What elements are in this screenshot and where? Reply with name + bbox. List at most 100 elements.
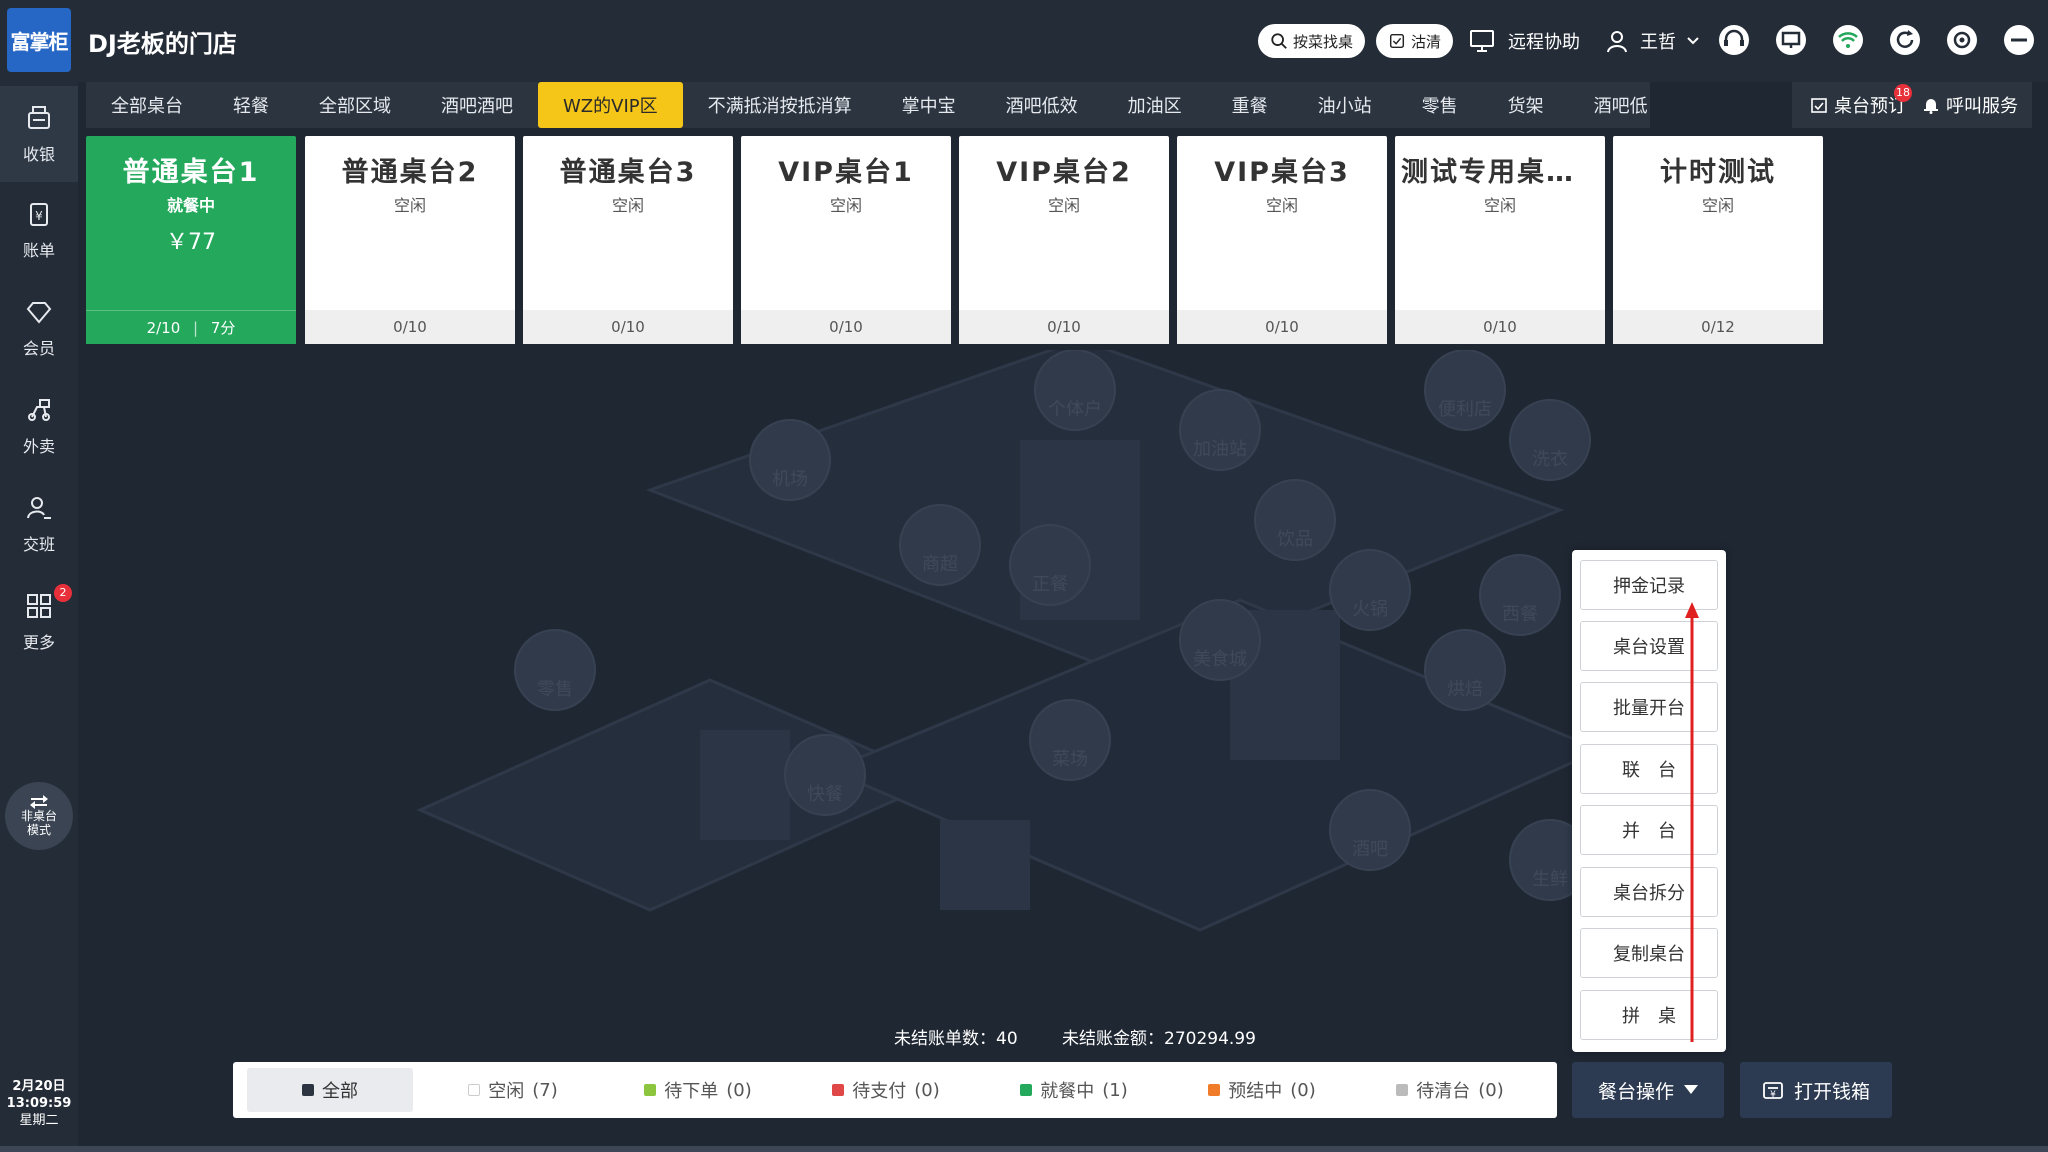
arrow-up-annotation	[1685, 602, 1699, 1042]
app-logo: 富掌柜	[7, 8, 71, 72]
tab-fuel-area[interactable]: 加油区	[1103, 82, 1207, 128]
search-icon	[1271, 33, 1287, 49]
bill-icon: ¥	[30, 203, 48, 226]
tab-all-tables[interactable]: 全部桌台	[86, 82, 208, 128]
tab-bar[interactable]: 酒吧酒吧	[416, 82, 538, 128]
refresh-icon	[1890, 25, 1920, 55]
illus-label: 便利店	[1438, 399, 1492, 420]
headset-icon	[1719, 25, 1749, 55]
tab-zhangzhongbao[interactable]: 掌中宝	[877, 82, 981, 128]
tab-retail[interactable]: 零售	[1397, 82, 1483, 128]
tab-offset-consumption[interactable]: 不满抵消按抵消算	[683, 82, 877, 128]
filter-to-clear[interactable]: 待清台 (0)	[1365, 1068, 1535, 1112]
sidebar-item-label: 收银	[22, 145, 55, 164]
table-name: 普通桌台1	[122, 157, 260, 188]
remote-assist-label: 远程协助	[1508, 32, 1580, 53]
sidebar-item-member[interactable]: 会员	[0, 280, 78, 376]
settings-button[interactable]	[1940, 18, 1984, 62]
sidebar-item-delivery[interactable]: 外卖	[0, 378, 78, 474]
table-footer: 0/10	[305, 310, 515, 344]
tab-bar-low[interactable]: 酒吧低效	[981, 82, 1103, 128]
user-menu[interactable]: 王哲	[1604, 24, 1700, 58]
filter-count: (0)	[726, 1079, 752, 1101]
mode-label-line1: 非桌台	[20, 809, 57, 823]
refresh-button[interactable]	[1883, 18, 1927, 62]
table-status: 就餐中	[166, 196, 215, 215]
filter-pre-settle[interactable]: 预结中 (0)	[1177, 1068, 1347, 1112]
tab-bar-low-2[interactable]: 酒吧低	[1569, 82, 1650, 128]
filter-pending-payment[interactable]: 待支付 (0)	[801, 1068, 971, 1112]
table-footer: 0/10	[959, 310, 1169, 344]
more-badge: 2	[54, 584, 72, 602]
sidebar-item-shift[interactable]: 交班	[0, 476, 78, 572]
remote-assist-button[interactable]: 远程协助	[1468, 24, 1580, 58]
tab-light-meal[interactable]: 轻餐	[208, 82, 294, 128]
tab-wz-vip[interactable]: WZ的VIP区	[538, 82, 683, 128]
table-card-8[interactable]: 计时测试 空闲 0/12	[1613, 136, 1823, 344]
filter-count: (1)	[1102, 1079, 1128, 1101]
minimize-button[interactable]	[1997, 18, 2041, 62]
table-name: VIP桌台3	[1214, 157, 1350, 188]
table-card-4[interactable]: VIP桌台1 空闲 0/10	[741, 136, 951, 344]
tab-shelf[interactable]: 货架	[1483, 82, 1569, 128]
filter-count: (7)	[532, 1079, 558, 1101]
logo-text: 富掌柜	[10, 29, 69, 54]
search-dish-button[interactable]: 按菜找桌	[1258, 24, 1366, 58]
table-status: 空闲	[1047, 196, 1080, 215]
grid-icon	[27, 594, 51, 618]
table-duration: 7分	[210, 319, 236, 337]
illus-label: 商超	[922, 554, 958, 575]
table-status: 空闲	[829, 196, 862, 215]
table-footer: 0/10	[741, 310, 951, 344]
clock-weekday: 星期二	[19, 1113, 59, 1128]
screen-button[interactable]	[1769, 18, 1813, 62]
wifi-button[interactable]	[1826, 18, 1870, 62]
tab-fuel-station[interactable]: 油小站	[1293, 82, 1397, 128]
store-name: DJ老板的门店	[88, 30, 237, 58]
unsettled-count-value: 40	[996, 1029, 1018, 1049]
table-card-7[interactable]: 测试专用桌台… 空闲 0/10	[1395, 136, 1605, 344]
top-bar: 富掌柜 DJ老板的门店 按菜找桌 沽清 远程协助 王哲	[0, 0, 2048, 82]
sidebar-item-more[interactable]: 更多 2	[0, 574, 78, 670]
filter-dot	[302, 1084, 314, 1096]
illus-label: 零售	[537, 679, 573, 700]
illus-label: 西餐	[1502, 604, 1538, 625]
sidebar-item-cashier[interactable]: 收银	[0, 86, 78, 182]
table-status: 空闲	[1701, 196, 1734, 215]
filter-label: 待清台	[1416, 1081, 1471, 1102]
call-service-button[interactable]: 呼叫服务	[1922, 82, 2032, 128]
table-ops-button[interactable]: 餐台操作	[1572, 1062, 1724, 1118]
table-ops-label: 餐台操作	[1597, 1080, 1674, 1103]
tab-all-areas[interactable]: 全部区域	[294, 82, 416, 128]
tab-heavy-meal[interactable]: 重餐	[1207, 82, 1293, 128]
table-footer: 0/10	[523, 310, 733, 344]
unsettled-amount: 未结账金额：270294.99	[1062, 1024, 1256, 1049]
filter-idle[interactable]: 空闲 (7)	[433, 1068, 593, 1112]
area-tabs: 全部桌台 轻餐 全部区域 酒吧酒吧 WZ的VIP区 不满抵消按抵消算 掌中宝 酒…	[86, 82, 1650, 128]
sidebar: 收银 ¥ 账单 会员 外卖 交班 更多 2 非桌台 模式 2月20日 13:09…	[0, 82, 78, 1152]
clear-stock-button[interactable]: 沽清	[1376, 24, 1454, 58]
sidebar-item-label: 外卖	[22, 437, 55, 456]
illus-label: 烘焙	[1447, 679, 1483, 700]
table-reservation-button[interactable]: 桌台预订 18	[1792, 82, 1922, 128]
illus-label: 正餐	[1032, 574, 1068, 595]
table-card-5[interactable]: VIP桌台2 空闲 0/10	[959, 136, 1169, 344]
svg-text:¥: ¥	[1770, 1090, 1776, 1100]
swap-icon	[30, 795, 48, 809]
table-card-3[interactable]: 普通桌台3 空闲 0/10	[523, 136, 733, 344]
table-card-6[interactable]: VIP桌台3 空闲 0/10	[1177, 136, 1387, 344]
table-card-1[interactable]: 普通桌台1 就餐中 ￥77 2/10 | 7分	[86, 136, 296, 344]
filter-label: 空闲	[488, 1081, 525, 1102]
open-cashbox-button[interactable]: ¥ 打开钱箱	[1740, 1062, 1892, 1118]
filter-all[interactable]: 全部	[247, 1068, 413, 1112]
non-table-mode-button[interactable]: 非桌台 模式	[5, 782, 73, 850]
table-name: 计时测试	[1660, 157, 1776, 188]
filter-pending-order[interactable]: 待下单 (0)	[613, 1068, 783, 1112]
table-card-2[interactable]: 普通桌台2 空闲 0/10	[305, 136, 515, 344]
open-cashbox-label: 打开钱箱	[1793, 1080, 1870, 1103]
customer-service-button[interactable]	[1712, 18, 1756, 62]
clear-icon	[1389, 33, 1405, 49]
filter-dining[interactable]: 就餐中 (1)	[989, 1068, 1159, 1112]
member-icon	[26, 302, 52, 324]
sidebar-item-bill[interactable]: ¥ 账单	[0, 182, 78, 278]
